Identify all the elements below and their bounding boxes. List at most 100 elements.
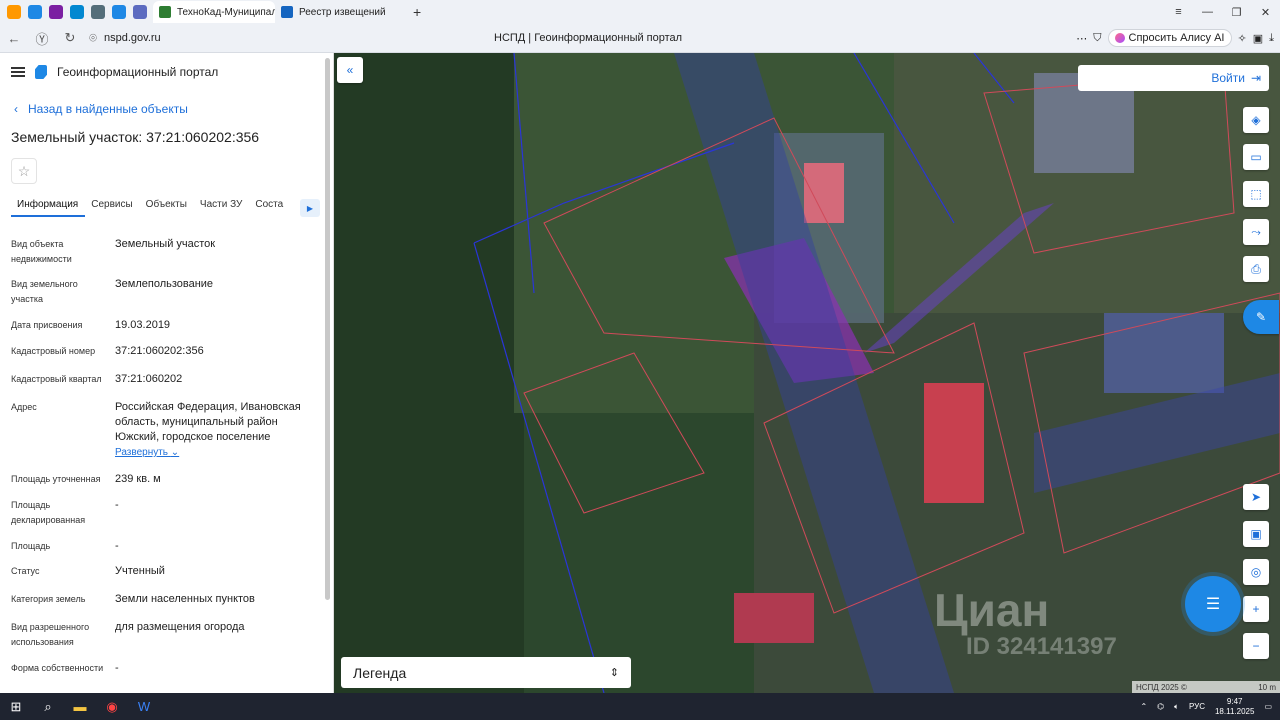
object-info-panel: Геоинформационный портал ‹ Назад в найде… (0, 53, 334, 693)
expand-link[interactable]: Развернуть ⌄ (115, 447, 179, 458)
tab-registry[interactable]: Реестр извещений (275, 1, 405, 23)
tab-composition[interactable]: Соста (249, 199, 290, 217)
collections-icon[interactable]: ▣ (1253, 32, 1263, 45)
scale-bar: НСПД 2025 © 10 m (1132, 681, 1280, 693)
layers-button[interactable]: ◈ (1243, 107, 1269, 133)
info-row: Площадь уточненная 239 кв. м (11, 472, 316, 487)
info-row: Вид земельного участка Землепользование (11, 277, 316, 307)
row-key: Форма собственности (11, 663, 104, 673)
word-icon[interactable]: W (128, 693, 160, 720)
reload-icon[interactable]: ↻ (56, 30, 84, 46)
row-value: 239 кв. м (115, 473, 161, 485)
file-explorer-icon[interactable]: ▬ (64, 693, 96, 720)
panel-scrollbar[interactable] (325, 58, 330, 600)
map-imagery (334, 53, 1280, 693)
clock[interactable]: 9:47 18.11.2025 (1215, 697, 1254, 717)
row-value: Учтенный (115, 565, 165, 577)
extensions-icon[interactable]: ✧ (1238, 32, 1247, 45)
download-icon[interactable]: ⤓ (1269, 32, 1274, 45)
notifications-icon[interactable]: ▭ (1264, 702, 1272, 711)
chevron-up-icon[interactable]: ⌃ (1140, 702, 1147, 711)
row-key: Площадь уточненная (11, 474, 101, 484)
tab-technokad[interactable]: ТехноКад-Муниципалите (153, 1, 275, 23)
star-icon: ☆ (17, 162, 31, 179)
share-icon: ⤳ (1251, 224, 1261, 239)
minimize-icon[interactable]: — (1193, 6, 1222, 18)
windows-start-icon[interactable]: ⊞ (0, 693, 32, 720)
back-label: Назад в найденные объекты (28, 102, 188, 116)
minimap-button[interactable]: ▣ (1243, 521, 1269, 547)
menu-icon[interactable]: ≡ (1164, 6, 1193, 18)
volume-icon[interactable]: 🔈︎ (1174, 702, 1179, 712)
row-value: - (115, 662, 119, 674)
info-row: Вид разрешенного использования для размещ… (11, 620, 316, 650)
row-key: Вид разрешенного использования (11, 622, 90, 647)
bookmark-icon[interactable]: ⛉ (1093, 32, 1101, 45)
search-icon[interactable]: ⌕ (32, 693, 64, 720)
watermark-id: ID 324141397 (966, 633, 1117, 660)
row-key: Кадастровый номер (11, 346, 96, 356)
back-to-results-link[interactable]: ‹ Назад в найденные объекты (14, 102, 188, 116)
login-button[interactable]: Войти ⇥ (1078, 65, 1269, 91)
yandex-browser-icon[interactable]: ◉ (96, 693, 128, 720)
login-icon: ⇥ (1250, 71, 1261, 85)
row-key: Адрес (11, 402, 37, 412)
chat-button[interactable]: ☰ (1185, 576, 1241, 632)
zoom-in-button[interactable]: + (1243, 596, 1269, 622)
minimap-icon: ▣ (1250, 527, 1262, 541)
legend-dropdown[interactable]: Легенда ⇕ (341, 657, 631, 688)
more-icon[interactable]: ⋯ (1076, 32, 1087, 45)
feedback-button[interactable]: ✎ (1243, 300, 1279, 334)
back-icon[interactable]: ← (0, 31, 28, 46)
tabs-scroll-right-icon[interactable]: ▶ (300, 199, 320, 217)
tab-icon-6[interactable] (112, 5, 126, 19)
close-icon[interactable]: ✕ (1251, 6, 1280, 19)
share-button[interactable]: ⤳ (1243, 219, 1269, 245)
print-button[interactable]: ⎙ (1243, 256, 1269, 282)
select-area-button[interactable]: ⬚ (1243, 181, 1269, 207)
collapse-panel-button[interactable]: « (337, 57, 363, 83)
tab-icon-3[interactable] (49, 5, 63, 19)
gmail-icon (159, 6, 171, 18)
zoom-out-button[interactable]: − (1243, 633, 1269, 659)
tab-icon-4[interactable] (70, 5, 84, 19)
tab-services[interactable]: Сервисы (85, 199, 139, 217)
tab-parts[interactable]: Части ЗУ (194, 199, 249, 217)
tab-information[interactable]: Информация (11, 199, 86, 217)
row-value: 19.03.2019 (115, 319, 171, 331)
panel-header: Геоинформационный портал (11, 65, 218, 79)
page-title: НСПД | Геоинформационный портал (494, 32, 683, 44)
tab-icon-7[interactable] (133, 5, 147, 19)
address-bar-actions: ⋯ ⛉ Спросить Алису AI ✧ ▣ ⤓ (1076, 29, 1274, 47)
navigate-icon: ➤ (1250, 490, 1262, 504)
new-tab-icon[interactable]: + (413, 4, 421, 20)
info-tabs: Информация Сервисы Объекты Части ЗУ Сост… (11, 199, 321, 217)
ruler-button[interactable]: ▭ (1243, 144, 1269, 170)
tab-icon-1[interactable] (7, 5, 21, 19)
browser-tab-strip: ТехноКад-Муниципалите Реестр извещений +… (0, 0, 1280, 24)
info-row: Вид объекта недвижимости Земельный участо… (11, 237, 316, 267)
lock-icon: ⌾ (89, 30, 97, 45)
watermark-text: Циан (934, 584, 1050, 636)
info-row: Кадастровый номер 37:21:060202:356 (11, 344, 316, 359)
language-indicator[interactable]: РУС (1189, 702, 1205, 711)
target-icon: ◎ (1250, 565, 1262, 579)
window-controls: ≡ — ❐ ✕ (1164, 0, 1280, 24)
locate-button[interactable]: ◎ (1243, 559, 1269, 585)
row-key: Категория земель (11, 594, 86, 604)
date: 18.11.2025 (1214, 706, 1255, 716)
menu-icon[interactable] (11, 67, 25, 77)
restore-icon[interactable]: ❐ (1222, 6, 1251, 19)
satellite-map[interactable]: « Войти ⇥ ◈ ▭ ⬚ ⤳ ⎙ ✎ ➤ ▣ ◎ + − ☰ Циан I… (334, 53, 1280, 693)
legend-label: Легенда (353, 664, 407, 681)
ask-alice-button[interactable]: Спросить Алису AI (1107, 29, 1232, 47)
tab-icon-2[interactable] (28, 5, 42, 19)
favorite-button[interactable]: ☆ (11, 158, 37, 184)
network-icon[interactable]: ⌬ (1157, 702, 1164, 711)
tab-icon-5[interactable] (91, 5, 105, 19)
info-row: Дата присвоения 19.03.2019 (11, 318, 316, 333)
yandex-icon[interactable]: Ⓨ (28, 29, 56, 48)
geolocation-button[interactable]: ➤ (1243, 484, 1269, 510)
tab-objects[interactable]: Объекты (140, 199, 194, 217)
url-field[interactable]: nspd.gov.ru (104, 32, 161, 44)
